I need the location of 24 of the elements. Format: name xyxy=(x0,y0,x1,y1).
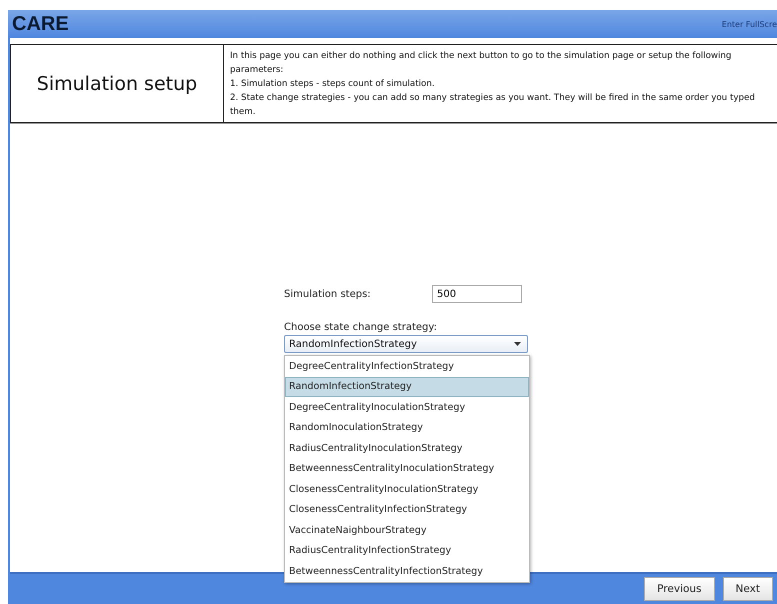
dropdown-option[interactable]: VaccinateNaighbourStrategy xyxy=(285,520,529,540)
previous-button[interactable]: Previous xyxy=(644,577,715,601)
strategy-label: Choose state change strategy: xyxy=(284,322,438,333)
description-text: 1. Simulation steps - steps count of simulation. xyxy=(230,78,436,91)
dropdown-option[interactable]: BetweennessCentralityInoculationStrategy xyxy=(285,458,529,479)
dropdown-option[interactable]: ClosenessCentralityInoculationStrategy xyxy=(285,479,529,500)
page-title: Simulation setup xyxy=(36,72,198,94)
dropdown-option[interactable]: RadiusCentralityInoculationStrategy xyxy=(285,438,529,458)
strategy-dropdown[interactable]: RandomInfectionStrategy xyxy=(284,335,528,353)
caret-icon xyxy=(514,342,521,346)
dropdown-option[interactable]: RadiusCentralityInfectionStrategy xyxy=(285,540,529,561)
description-text: In this page you can either do nothing and click the next button to go to the simulation page or setup the following parameters: xyxy=(230,50,732,77)
dropdown-option[interactable]: RandomInoculationStrategy xyxy=(285,418,529,438)
app-title: CARE xyxy=(12,12,69,36)
steps-label: Simulation steps: xyxy=(284,288,372,300)
dropdown-option[interactable]: DegreeCentralityInfectionStrategy xyxy=(285,356,529,376)
steps-field[interactable]: 500 xyxy=(432,285,522,303)
description-text: 2. State change strategies - you can add so many strategies as you want. They will be fired in the same order you typed them. xyxy=(230,92,756,119)
fullscreen-link[interactable]: Enter FullScre xyxy=(722,20,777,28)
next-button[interactable]: Next xyxy=(722,577,773,601)
dropdown-option[interactable]: ClosenessCentralityInfectionStrategy xyxy=(285,500,529,520)
dropdown-option[interactable]: DegreeCentralityInoculationStrategy xyxy=(285,397,529,418)
dropdown-option[interactable]: RandomInfectionStrategy xyxy=(285,376,529,397)
dropdown-option[interactable]: BetweennessCentralityInfectionStrategy xyxy=(285,561,529,582)
